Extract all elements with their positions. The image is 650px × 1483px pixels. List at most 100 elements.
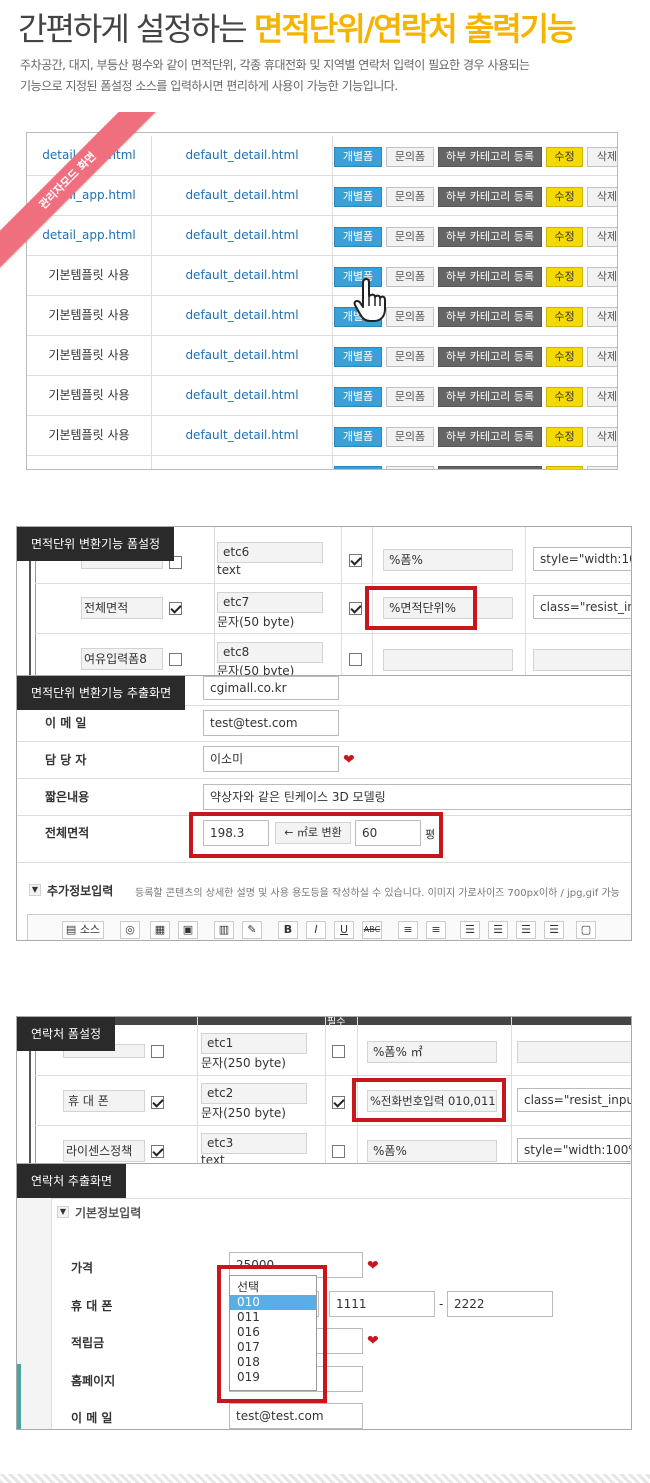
delete-button[interactable]: 삭제 <box>587 427 617 447</box>
form-value-input[interactable] <box>383 649 513 671</box>
modify-button[interactable]: 수정 <box>546 347 583 367</box>
align-left-icon[interactable]: ☰ <box>460 921 480 939</box>
bullet-list-icon[interactable]: ≡ <box>426 921 446 939</box>
form-value-input[interactable]: %폼% <box>383 549 513 571</box>
dropdown-option[interactable]: 018 <box>230 1355 316 1370</box>
delete-button[interactable]: 삭제 <box>587 267 617 287</box>
collapse-toggle-icon[interactable]: ▼ <box>29 884 41 896</box>
image-icon[interactable]: ▢ <box>576 921 596 939</box>
dropdown-option[interactable]: 선택 <box>230 1280 316 1295</box>
email-input[interactable]: test@test.com <box>203 710 339 736</box>
individual-form-button[interactable]: 개별폼 <box>334 227 382 247</box>
checkbox-icon[interactable] <box>349 653 362 666</box>
file-link[interactable]: default_detail.html <box>152 256 332 295</box>
collapse-toggle-icon[interactable]: ▼ <box>57 1206 69 1218</box>
individual-form-button[interactable]: 개별폼 <box>334 427 382 447</box>
bold-icon[interactable]: B <box>278 921 298 939</box>
checkbox-icon[interactable] <box>169 602 182 615</box>
inquiry-form-button[interactable]: 문의폼 <box>386 267 434 287</box>
form-value-input[interactable]: %폼% ㎡ <box>367 1041 497 1063</box>
editor-source-button[interactable]: ▤ 소스 <box>62 921 104 939</box>
email-input[interactable]: test@test.com <box>229 1403 363 1429</box>
checkbox-icon[interactable] <box>169 653 182 666</box>
align-justify-icon[interactable]: ☰ <box>544 921 564 939</box>
inquiry-form-button[interactable]: 문의폼 <box>386 147 434 167</box>
code-input[interactable]: etc3 <box>201 1133 307 1154</box>
field-name-input[interactable]: 전체면적 <box>81 597 163 619</box>
delete-button[interactable]: 삭제 <box>587 307 617 327</box>
sub-category-button[interactable]: 하부 카테고리 등록 <box>438 427 542 447</box>
align-right-icon[interactable]: ☰ <box>516 921 536 939</box>
inquiry-form-button[interactable]: 문의폼 <box>386 227 434 247</box>
attr-input[interactable] <box>517 1041 631 1063</box>
checkbox-icon[interactable] <box>349 602 362 615</box>
sub-category-button[interactable]: 하부 카테고리 등록 <box>438 187 542 207</box>
attr-input[interactable]: class="resist_inp <box>533 595 631 619</box>
manager-input[interactable]: 이소미 <box>203 746 339 772</box>
modify-button[interactable] <box>546 466 583 469</box>
code-input[interactable]: etc8 <box>217 642 323 663</box>
template-icon[interactable]: ▣ <box>178 921 198 939</box>
sub-category-button[interactable]: 하부 카테고리 등록 <box>438 227 542 247</box>
table-icon[interactable]: ▥ <box>214 921 234 939</box>
modify-button[interactable]: 수정 <box>546 187 583 207</box>
modify-button[interactable]: 수정 <box>546 227 583 247</box>
inquiry-form-button[interactable]: 문의폼 <box>386 307 434 327</box>
file-link[interactable]: default_detail.html <box>152 216 332 255</box>
checkbox-icon[interactable] <box>332 1045 345 1058</box>
strike-icon[interactable]: ABC <box>362 921 382 939</box>
field-name-input[interactable]: 휴 대 폰 <box>63 1090 145 1112</box>
underline-icon[interactable]: U <box>334 921 354 939</box>
file-link[interactable]: default_detail.html <box>152 176 332 215</box>
phone-mid-input[interactable]: 1111 <box>329 1291 435 1317</box>
summary-input[interactable]: 약상자와 같은 틴케이스 3D 모델링 <box>203 784 631 810</box>
inquiry-form-button[interactable]: 문의폼 <box>386 347 434 367</box>
checkbox-icon[interactable] <box>332 1145 345 1158</box>
attr-input[interactable]: style="width:100% <box>533 547 631 571</box>
align-center-icon[interactable]: ☰ <box>488 921 508 939</box>
dropdown-option[interactable]: 017 <box>230 1340 316 1355</box>
modify-button[interactable]: 수정 <box>546 267 583 287</box>
modify-button[interactable]: 수정 <box>546 307 583 327</box>
inquiry-form-button[interactable] <box>386 466 434 469</box>
form-value-input[interactable]: %폼% <box>367 1140 497 1162</box>
attr-input[interactable] <box>533 649 631 671</box>
code-input[interactable]: etc2 <box>201 1083 307 1104</box>
delete-button[interactable] <box>587 466 617 469</box>
checkbox-icon[interactable] <box>151 1096 164 1109</box>
delete-button[interactable]: 삭제 <box>587 347 617 367</box>
individual-form-button[interactable]: 개별폼 <box>334 347 382 367</box>
file-link[interactable]: default_detail.html <box>152 296 332 335</box>
attr-input[interactable]: class="resist_input" <box>517 1088 631 1112</box>
file-link[interactable]: default_detail.html <box>152 336 332 375</box>
individual-form-button[interactable] <box>334 466 382 469</box>
code-input[interactable]: etc7 <box>217 592 323 613</box>
modify-button[interactable]: 수정 <box>546 427 583 447</box>
inquiry-form-button[interactable]: 문의폼 <box>386 187 434 207</box>
delete-button[interactable]: 삭제 <box>587 387 617 407</box>
individual-form-button[interactable]: 개별폼 <box>334 187 382 207</box>
file-link[interactable]: default_detail.html <box>152 416 332 455</box>
sub-category-button[interactable] <box>438 466 542 469</box>
template-link[interactable]: detail_app.html <box>27 136 151 175</box>
dropdown-option-selected[interactable]: 010 <box>230 1295 316 1310</box>
modify-button[interactable]: 수정 <box>546 387 583 407</box>
template-link[interactable]: detail_app.html <box>27 176 151 215</box>
inquiry-form-button[interactable]: 문의폼 <box>386 427 434 447</box>
preview-icon[interactable]: ◎ <box>120 921 140 939</box>
delete-button[interactable]: 삭제 <box>587 147 617 167</box>
sub-category-button[interactable]: 하부 카테고리 등록 <box>438 147 542 167</box>
individual-form-button[interactable]: 개별폼 <box>334 147 382 167</box>
checkbox-icon[interactable] <box>151 1145 164 1158</box>
field-name-input[interactable]: 여유입력폼8 <box>81 648 163 670</box>
individual-form-button[interactable]: 개별폼 <box>334 267 382 287</box>
sub-category-button[interactable]: 하부 카테고리 등록 <box>438 267 542 287</box>
individual-form-button[interactable]: 개별폼 <box>334 307 382 327</box>
sub-category-button[interactable]: 하부 카테고리 등록 <box>438 347 542 367</box>
field-name-input[interactable]: 라이센스정책 <box>63 1140 145 1162</box>
eraser-icon[interactable]: ✎ <box>242 921 262 939</box>
inquiry-form-button[interactable]: 문의폼 <box>386 387 434 407</box>
modify-button[interactable]: 수정 <box>546 147 583 167</box>
site-input[interactable]: cgimall.co.kr <box>203 676 339 700</box>
italic-icon[interactable]: I <box>306 921 326 939</box>
